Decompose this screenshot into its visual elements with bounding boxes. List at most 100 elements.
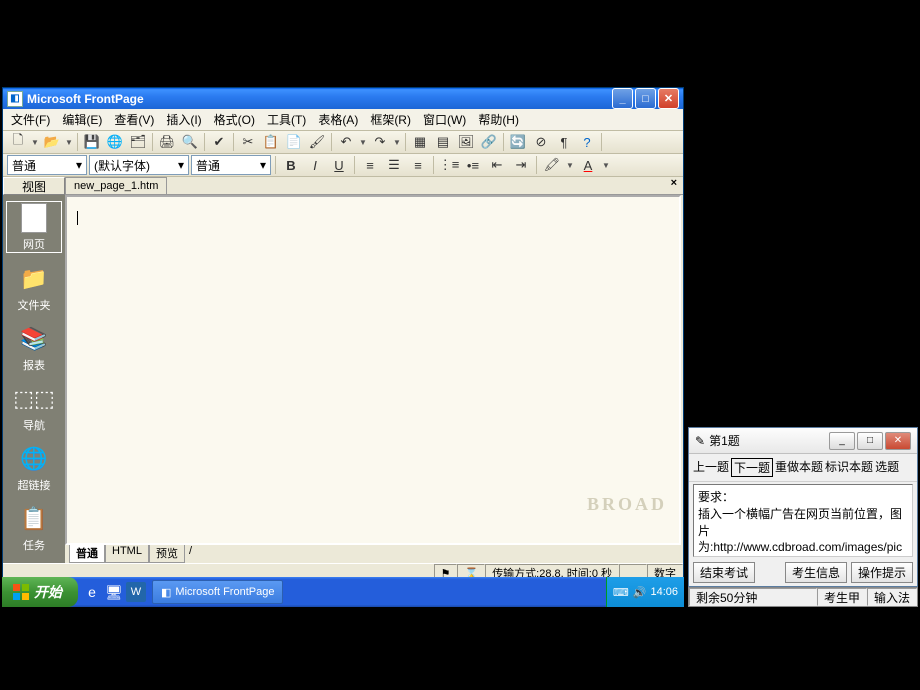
view-reports[interactable]: 📚报表 — [6, 323, 62, 373]
preview-button[interactable]: 🔍 — [179, 131, 201, 153]
doc-tab[interactable]: new_page_1.htm — [65, 177, 167, 194]
exam-maximize-button[interactable]: □ — [857, 432, 883, 450]
doc-close-button[interactable]: × — [665, 177, 683, 194]
tray-volume-icon[interactable]: 🔊 — [633, 586, 647, 599]
title-text: Microsoft FrontPage — [27, 92, 612, 106]
highlight-button[interactable]: 🖍 — [541, 154, 563, 176]
prev-question-link[interactable]: 上一题 — [693, 458, 729, 477]
help-button[interactable]: ? — [576, 131, 598, 153]
undo-dropdown[interactable]: ▼ — [358, 138, 368, 147]
redo-button[interactable]: ↷ — [369, 131, 391, 153]
word-icon[interactable]: W — [126, 582, 146, 602]
paste-button[interactable]: 📄 — [283, 131, 305, 153]
new-button[interactable]: 🗋 — [7, 131, 29, 153]
view-hyperlinks[interactable]: 🌐超链接 — [6, 443, 62, 493]
picture-button[interactable]: 🖼 — [455, 131, 477, 153]
separator — [601, 133, 602, 151]
undo-button[interactable]: ↶ — [335, 131, 357, 153]
new-dropdown[interactable]: ▼ — [30, 138, 40, 147]
font-combo[interactable]: (默认字体)▾ — [89, 155, 189, 175]
views-bar: 视图 网页 📁文件夹 📚报表 ⬚⬚导航 🌐超链接 📋任务 — [3, 177, 65, 563]
style-combo[interactable]: 普通▾ — [7, 155, 87, 175]
align-center-button[interactable]: ☰ — [383, 154, 405, 176]
exam-close-button[interactable]: ✕ — [885, 432, 911, 450]
view-tasks[interactable]: 📋任务 — [6, 503, 62, 553]
open-button[interactable]: 📂 — [41, 131, 63, 153]
exam-nav: 上一题 下一题 重做本题 标识本题 选题 — [689, 454, 917, 482]
taskbar: 开始 e 🖥 W ◧Microsoft FrontPage ⌨ 🔊 14:06 — [2, 577, 684, 607]
menu-format[interactable]: 格式(O) — [208, 109, 261, 130]
format-painter-button[interactable]: 🖌 — [306, 131, 328, 153]
titlebar[interactable]: ◧ Microsoft FrontPage _ □ ✕ — [3, 88, 683, 109]
work-area: 视图 网页 📁文件夹 📚报表 ⬚⬚导航 🌐超链接 📋任务 new_page_1.… — [3, 177, 683, 563]
bold-button[interactable]: B — [280, 154, 302, 176]
exam-statusbar: 剩余50分钟 考生甲 输入法 — [688, 587, 918, 607]
save-button[interactable]: 💾 — [81, 131, 103, 153]
italic-button[interactable]: I — [304, 154, 326, 176]
ie-icon[interactable]: e — [82, 582, 102, 602]
size-combo[interactable]: 普通▾ — [191, 155, 271, 175]
redo-question-link[interactable]: 重做本题 — [775, 458, 823, 477]
select-question-link[interactable]: 选题 — [875, 458, 899, 477]
align-right-button[interactable]: ≡ — [407, 154, 429, 176]
candidate-info-button[interactable]: 考生信息 — [785, 562, 847, 583]
separator — [433, 156, 434, 174]
end-exam-button[interactable]: 结束考试 — [693, 562, 755, 583]
component-button[interactable]: ▦ — [409, 131, 431, 153]
open-dropdown[interactable]: ▼ — [64, 138, 74, 147]
copy-button[interactable]: 📋 — [260, 131, 282, 153]
align-left-button[interactable]: ≡ — [359, 154, 381, 176]
minimize-button[interactable]: _ — [612, 88, 633, 109]
close-button[interactable]: ✕ — [658, 88, 679, 109]
tab-preview[interactable]: 预览 — [149, 545, 185, 563]
table-button[interactable]: ▤ — [432, 131, 454, 153]
next-question-link[interactable]: 下一题 — [731, 458, 773, 477]
folder-button[interactable]: 🗂 — [127, 131, 149, 153]
tray-lang-icon[interactable]: ⌨ — [613, 586, 629, 599]
font-color-dropdown[interactable]: ▼ — [601, 161, 611, 170]
print-button[interactable]: 🖨 — [156, 131, 178, 153]
tab-normal[interactable]: 普通 — [69, 545, 105, 563]
view-navigation[interactable]: ⬚⬚导航 — [6, 383, 62, 433]
numbered-list-button[interactable]: ⋮≡ — [438, 154, 460, 176]
tab-html[interactable]: HTML — [105, 545, 149, 563]
menu-insert[interactable]: 插入(I) — [160, 109, 207, 130]
exam-question-body[interactable]: 要求： 插入一个横幅广告在网页当前位置，图片为:http://www.cdbro… — [693, 484, 913, 557]
view-folders[interactable]: 📁文件夹 — [6, 263, 62, 313]
start-button[interactable]: 开始 — [2, 577, 78, 607]
cut-button[interactable]: ✂ — [237, 131, 259, 153]
refresh-button[interactable]: 🔄 — [507, 131, 529, 153]
hint-button[interactable]: 操作提示 — [851, 562, 913, 583]
hyperlink-button[interactable]: 🔗 — [478, 131, 500, 153]
underline-button[interactable]: U — [328, 154, 350, 176]
menu-file[interactable]: 文件(F) — [5, 109, 56, 130]
spell-button[interactable]: ✔ — [208, 131, 230, 153]
stop-button[interactable]: ⊘ — [530, 131, 552, 153]
menu-tools[interactable]: 工具(T) — [261, 109, 312, 130]
menu-frame[interactable]: 框架(R) — [364, 109, 417, 130]
ime-status[interactable]: 输入法 — [867, 588, 917, 606]
task-frontpage[interactable]: ◧Microsoft FrontPage — [152, 580, 283, 604]
desktop-icon[interactable]: 🖥 — [104, 582, 124, 602]
exam-titlebar[interactable]: ✎ 第1题 _ □ ✕ — [689, 428, 917, 454]
menu-help[interactable]: 帮助(H) — [472, 109, 525, 130]
page-icon — [18, 202, 50, 234]
menu-table[interactable]: 表格(A) — [312, 109, 364, 130]
menu-window[interactable]: 窗口(W) — [417, 109, 472, 130]
system-tray[interactable]: ⌨ 🔊 14:06 — [606, 577, 684, 607]
font-color-button[interactable]: A — [577, 154, 599, 176]
maximize-button[interactable]: □ — [635, 88, 656, 109]
exam-minimize-button[interactable]: _ — [829, 432, 855, 450]
publish-button[interactable]: 🌐 — [104, 131, 126, 153]
mark-question-link[interactable]: 标识本题 — [825, 458, 873, 477]
menu-view[interactable]: 查看(V) — [108, 109, 160, 130]
view-page[interactable]: 网页 — [6, 201, 62, 253]
editor-canvas[interactable]: BROAD — [65, 195, 681, 545]
indent-button[interactable]: ⇥ — [510, 154, 532, 176]
highlight-dropdown[interactable]: ▼ — [565, 161, 575, 170]
show-all-button[interactable]: ¶ — [553, 131, 575, 153]
outdent-button[interactable]: ⇤ — [486, 154, 508, 176]
redo-dropdown[interactable]: ▼ — [392, 138, 402, 147]
bulleted-list-button[interactable]: •≡ — [462, 154, 484, 176]
menu-edit[interactable]: 编辑(E) — [56, 109, 108, 130]
